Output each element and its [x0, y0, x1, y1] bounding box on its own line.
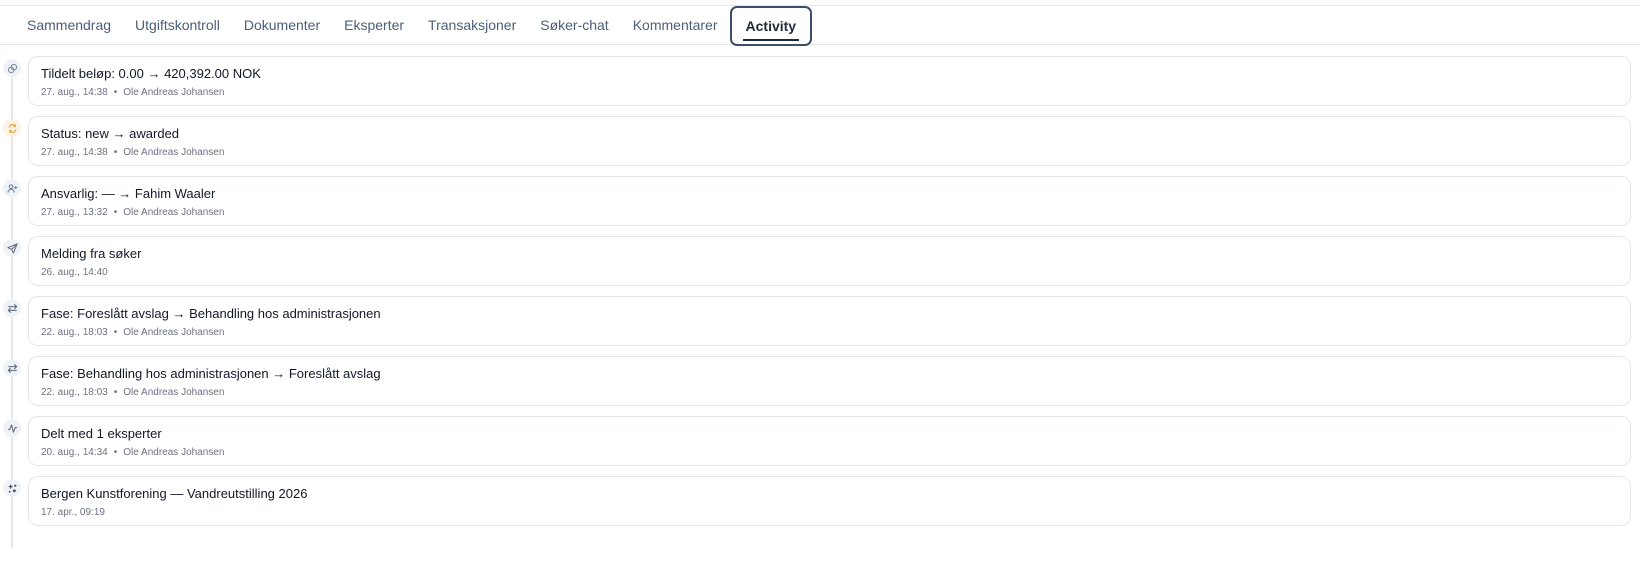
activity-meta: 27. aug., 14:38 • Ole Andreas Johansen: [41, 86, 1618, 100]
activity-time: 20. aug., 14:34: [41, 447, 108, 458]
activity-item: Status: new → awarded 27. aug., 14:38 • Ol…: [0, 116, 1640, 166]
tab-activity[interactable]: Activity: [729, 5, 813, 46]
meta-separator: •: [113, 387, 118, 398]
meta-separator: •: [113, 327, 118, 338]
tab-transaksjoner[interactable]: Transaksjoner: [416, 6, 528, 45]
activity-meta: 27. aug., 14:38 • Ole Andreas Johansen: [41, 146, 1618, 160]
swap-icon: [3, 359, 21, 377]
activity-time: 22. aug., 18:03: [41, 327, 108, 338]
activity-card[interactable]: Melding fra søker 26. aug., 14:40: [28, 236, 1631, 286]
activity-item: Delt med 1 eksperter 20. aug., 14:34 • Ole…: [0, 416, 1640, 466]
activity-item: Fase: Behandling hos administrasjonen → …: [0, 356, 1640, 406]
tab-kommentarer[interactable]: Kommentarer: [621, 6, 730, 45]
activity-time: 27. aug., 13:32: [41, 207, 108, 218]
activity-time: 17. apr., 09:19: [41, 507, 105, 518]
user-plus-icon: [3, 179, 21, 197]
activity-title: Status: new → awarded: [41, 126, 180, 141]
activity-meta: 26. aug., 14:40: [41, 266, 1618, 280]
activity-card[interactable]: Delt med 1 eksperter 20. aug., 14:34 • Ole…: [28, 416, 1631, 466]
activity-title: Fase: Foreslått avslag → Behandling hos …: [41, 306, 381, 321]
activity-user: Ole Andreas Johansen: [123, 327, 225, 338]
activity-user: Ole Andreas Johansen: [123, 87, 225, 98]
activity-card[interactable]: Fase: Foreslått avslag → Behandling hos …: [28, 296, 1631, 346]
activity-item: Ansvarlig: — → Fahim Waaler 27. aug., 13…: [0, 176, 1640, 226]
activity-item: Tildelt beløp: 0.00 → 420,392.00 NOK 27.…: [0, 56, 1640, 106]
activity-title: Melding fra søker: [41, 246, 142, 261]
sparkles-icon: [3, 479, 21, 497]
activity-meta: 22. aug., 18:03 • Ole Andreas Johansen: [41, 326, 1618, 340]
activity-time: 22. aug., 18:03: [41, 387, 108, 398]
meta-separator: •: [113, 87, 118, 98]
activity-meta: 27. aug., 13:32 • Ole Andreas Johansen: [41, 206, 1618, 220]
activity-meta: 20. aug., 14:34 • Ole Andreas Johansen: [41, 446, 1618, 460]
tab-bar: Sammendrag Utgiftskontroll Dokumenter Ek…: [0, 5, 1640, 46]
swap-icon: [3, 299, 21, 317]
meta-separator: •: [113, 207, 118, 218]
activity-time: 26. aug., 14:40: [41, 267, 108, 278]
tab-eksperter[interactable]: Eksperter: [332, 6, 416, 45]
refresh-icon: [3, 119, 21, 137]
activity-user: Ole Andreas Johansen: [123, 447, 225, 458]
activity-title: Delt med 1 eksperter: [41, 426, 162, 441]
activity-icon: [3, 419, 21, 437]
activity-user: Ole Andreas Johansen: [123, 207, 225, 218]
activity-card[interactable]: Ansvarlig: — → Fahim Waaler 27. aug., 13…: [28, 176, 1631, 226]
tab-soker-chat[interactable]: Søker-chat: [528, 6, 620, 45]
activity-title: Ansvarlig: — → Fahim Waaler: [41, 186, 216, 201]
activity-card[interactable]: Bergen Kunstforening — Vandreutstilling …: [28, 476, 1631, 526]
activity-card[interactable]: Tildelt beløp: 0.00 → 420,392.00 NOK 27.…: [28, 56, 1631, 106]
activity-item: Melding fra søker 26. aug., 14:40: [0, 236, 1640, 286]
activity-user: Ole Andreas Johansen: [123, 387, 225, 398]
activity-meta: 17. apr., 09:19: [41, 506, 1618, 520]
activity-title: Bergen Kunstforening — Vandreutstilling …: [41, 486, 308, 501]
tab-sammendrag[interactable]: Sammendrag: [15, 6, 123, 45]
coins-icon: [3, 59, 21, 77]
tab-dokumenter[interactable]: Dokumenter: [232, 6, 332, 45]
activity-meta: 22. aug., 18:03 • Ole Andreas Johansen: [41, 386, 1618, 400]
activity-title: Fase: Behandling hos administrasjonen → …: [41, 366, 381, 381]
meta-separator: •: [113, 447, 118, 458]
activity-time: 27. aug., 14:38: [41, 87, 108, 98]
activity-item: Bergen Kunstforening — Vandreutstilling …: [0, 476, 1640, 526]
activity-user: Ole Andreas Johansen: [123, 147, 225, 158]
activity-item: Fase: Foreslått avslag → Behandling hos …: [0, 296, 1640, 346]
meta-separator: •: [113, 147, 118, 158]
activity-title: Tildelt beløp: 0.00 → 420,392.00 NOK: [41, 66, 261, 81]
activity-card[interactable]: Status: new → awarded 27. aug., 14:38 • Ol…: [28, 116, 1631, 166]
activity-time: 27. aug., 14:38: [41, 147, 108, 158]
tab-utgiftskontroll[interactable]: Utgiftskontroll: [123, 6, 232, 45]
activity-card[interactable]: Fase: Behandling hos administrasjonen → …: [28, 356, 1631, 406]
send-icon: [3, 239, 21, 257]
